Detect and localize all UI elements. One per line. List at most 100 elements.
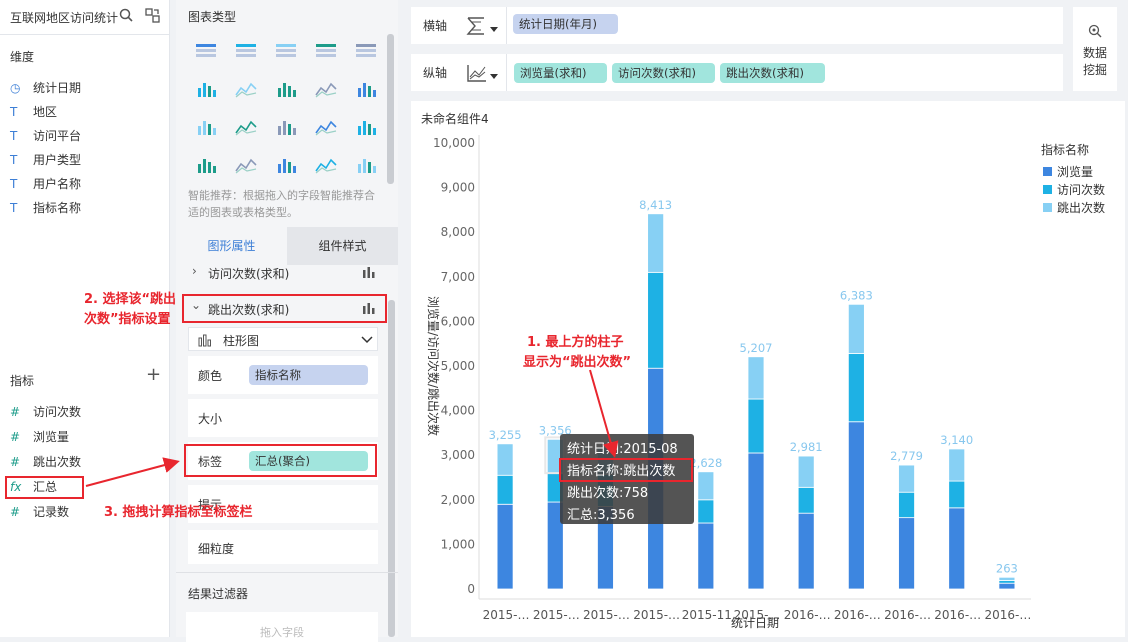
chart-type-icon[interactable] [355,42,377,60]
scrollbar[interactable] [388,300,395,637]
y-field-pill[interactable]: 跳出次数(求和) [720,63,825,83]
chart-style-select[interactable]: 柱形图 [188,327,378,351]
bar-segment [797,455,815,488]
chart-type-icon[interactable] [355,80,377,98]
bar-segment [496,443,514,476]
data-label: 263 [996,561,1018,575]
chart-type-icon[interactable] [315,42,337,60]
bar-segment [496,503,514,590]
field-item[interactable]: # 记录数 [10,503,69,521]
granularity-setting[interactable]: 细粒度 [188,530,378,564]
chart-type-icon[interactable] [275,118,297,136]
field-item[interactable]: ◷ 统计日期 [10,79,81,97]
text-type-icon: T [10,153,18,167]
caret-down-icon[interactable] [490,27,498,33]
chart-type-icon[interactable] [235,42,257,60]
search-icon[interactable] [119,8,133,22]
chart-type-icon[interactable] [195,80,217,98]
field-item[interactable]: T 用户类型 [10,151,81,169]
divider [176,572,398,573]
y-tick-label: 4,000 [441,404,475,418]
bar-segment [496,474,514,505]
x-tick-label: 2016-… [884,608,931,622]
data-label: 2,981 [790,440,823,454]
bar-chart-icon [198,334,211,347]
y-axis-shelf[interactable]: 纵轴 浏览量(求和) 访问次数(求和) 跳出次数(求和) [411,54,1063,91]
x-field-pill[interactable]: 统计日期(年月) [513,14,618,34]
annotation-text: 次数”指标设置 [84,312,171,327]
filter-drop-zone[interactable]: 拖入字段 [186,612,378,642]
annotation-text: 2. 选择该“跳出 [84,292,177,307]
y-tick-label: 1,000 [441,537,475,551]
field-label: 跳出次数 [33,455,82,469]
x-tick-label: 2015-… [533,608,580,622]
chart-type-icon[interactable] [315,156,337,174]
chart-type-icon[interactable] [235,80,257,98]
divider [506,7,507,44]
x-axis-title: 统计日期 [731,616,779,630]
caret-down-icon[interactable] [490,74,498,80]
field-label: 访问次数 [33,405,82,419]
y-field-pill[interactable]: 访问次数(求和) [612,63,715,83]
chart-type-icon[interactable] [195,156,217,174]
clock-icon: ◷ [10,81,21,95]
data-label: 6,383 [840,288,873,302]
size-setting[interactable]: 大小 [188,399,378,437]
data-label: 3,140 [940,433,973,447]
chart-type-icon[interactable] [235,156,257,174]
color-field-pill[interactable]: 指标名称 [249,365,368,385]
text-type-icon: T [10,201,18,215]
bar-chart-icon [363,267,375,278]
y-field-pill[interactable]: 浏览量(求和) [514,63,607,83]
x-axis-chart-icon[interactable] [466,16,488,36]
x-tick-label: 2015-11 [682,608,732,622]
data-mining-button[interactable]: 数据 挖掘 [1073,7,1117,91]
granularity-label: 细粒度 [198,542,235,556]
annotation-box [182,294,387,323]
chart-type-icon[interactable] [315,118,337,136]
y-axis-chart-icon[interactable] [466,63,488,83]
bar-segment [797,512,815,590]
x-tick-label: 2016-… [934,608,981,622]
y-axis-title: 浏览量/访问次数/跳出次数 [426,296,441,436]
switch-dataset-icon[interactable] [145,8,160,23]
bar-segment [697,499,715,524]
field-item[interactable]: # 访问次数 [10,403,81,421]
text-type-icon: T [10,105,18,119]
y-tick-label: 2,000 [441,493,475,507]
chart-type-icon[interactable] [275,80,297,98]
field-item[interactable]: # 跳出次数 [10,453,81,471]
field-item[interactable]: # 浏览量 [10,428,69,446]
chart-type-icon[interactable] [355,156,377,174]
chart-type-icon[interactable] [315,80,337,98]
chart-type-icon[interactable] [235,118,257,136]
data-mining-label: 数据 [1082,46,1107,60]
scrollbar[interactable] [387,34,394,184]
divider [506,54,507,91]
hash-icon: # [10,430,21,444]
result-filter-label: 结果过滤器 [188,587,249,601]
tab-component-style[interactable]: 组件样式 [287,227,398,265]
chart-type-icon[interactable] [195,42,217,60]
main-area: 横轴 统计日期(年月) 纵轴 浏览量(求和) 访问次数(求和) 跳出次数(求和)… [409,0,1128,637]
chart-style-value: 柱形图 [223,334,260,348]
annotation-box [5,476,84,499]
annotation-text: 3. 拖拽计算指标至标签栏 [104,505,253,520]
field-item[interactable]: T 地区 [10,103,57,121]
add-measure-icon[interactable]: + [146,366,161,384]
field-item[interactable]: T 访问平台 [10,127,81,145]
y-tick-label: 0 [467,582,475,596]
chevron-right-icon[interactable]: › [192,264,197,278]
field-item[interactable]: T 指标名称 [10,199,81,217]
legend-item: 浏览量 [1057,164,1093,179]
color-setting[interactable]: 颜色 指标名称 [188,356,378,394]
tab-graph-properties[interactable]: 图形属性 [176,227,287,265]
chevron-down-icon [361,336,373,344]
visit-row-label[interactable]: 访问次数(求和) [208,265,289,282]
chart-type-icon[interactable] [275,42,297,60]
chart-type-icon[interactable] [275,156,297,174]
chart-type-icon[interactable] [355,118,377,136]
field-item[interactable]: T 用户名称 [10,175,81,193]
x-axis-shelf[interactable]: 横轴 统计日期(年月) [411,7,1063,44]
chart-type-icon[interactable] [195,118,217,136]
